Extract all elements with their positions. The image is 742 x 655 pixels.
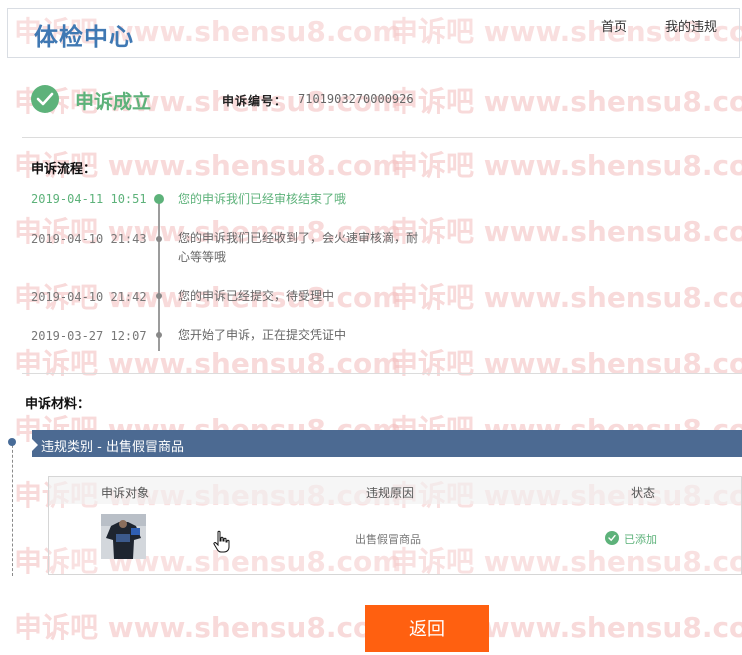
table-header-status: 状态: [631, 486, 656, 500]
back-button[interactable]: 返回: [365, 605, 489, 652]
timeline-line: [158, 199, 160, 351]
appeal-number-label: 申诉编号：: [222, 94, 288, 108]
timeline-step-text: 您开始了申诉，正在提交凭证中: [178, 328, 347, 342]
appeal-number-value: 7101903270000926: [298, 92, 414, 106]
watermark: 申诉吧 www.shensu8.com: [390, 281, 742, 314]
category-bar-notch: [32, 439, 38, 451]
divider: [22, 373, 742, 374]
watermark: 申诉吧 www.shensu8.com: [390, 149, 742, 182]
timeline-step-time: 2019-04-10 21:43: [31, 232, 147, 246]
materials-section-title: 申诉材料：: [25, 397, 91, 412]
site-header: 体检中心: [7, 8, 740, 58]
check-circle-icon: [31, 85, 59, 113]
timeline-step-time: 2019-04-11 10:51: [31, 192, 147, 206]
product-thumbnail[interactable]: [101, 514, 146, 559]
category-dot: [8, 438, 16, 446]
process-section-title: 申诉流程：: [31, 162, 97, 177]
watermark: 申诉吧 www.shensu8.com: [390, 85, 742, 118]
timeline-dot: [156, 332, 162, 338]
nav-home-link[interactable]: 首页: [601, 16, 627, 35]
table-header-violation-reason: 违规原因: [366, 486, 415, 500]
timeline-dot: [156, 293, 162, 299]
timeline-step-text: 您的申诉我们已经审核结束了哦: [178, 192, 347, 206]
watermark: 申诉吧 www.shensu8.com: [14, 347, 402, 380]
violation-reason-cell: 出售假冒商品: [355, 533, 421, 546]
divider: [22, 137, 742, 138]
timeline-step-time: 2019-04-10 21:42: [31, 290, 147, 304]
timeline-step-time: 2019-03-27 12:07: [31, 329, 147, 343]
table-header-appeal-object: 申诉对象: [101, 486, 150, 500]
watermark: 申诉吧 www.shensu8.com: [390, 215, 742, 248]
timeline-dot-active: [154, 194, 164, 204]
timeline-step-text: 您的申诉已经提交，待受理中: [178, 289, 335, 303]
nav-my-violations-link[interactable]: 我的违规: [665, 16, 717, 35]
watermark: 申诉吧 www.shensu8.com: [390, 347, 742, 380]
appeal-status-label: 申诉成立: [75, 91, 152, 113]
timeline-step-text: 您的申诉我们已经收到了，会火速审核滴，耐心等等哦: [178, 231, 419, 264]
check-circle-icon: [605, 531, 619, 545]
hand-pointer-icon: [212, 530, 232, 558]
status-cell: 已添加: [624, 533, 657, 546]
timeline-dot: [156, 236, 162, 242]
watermark: 申诉吧 www.shensu8.com: [14, 611, 402, 644]
site-title[interactable]: 体检中心: [34, 17, 134, 52]
violation-category-label: 违规类别 - 出售假冒商品: [41, 440, 184, 455]
materials-dashed-line: [12, 440, 13, 576]
